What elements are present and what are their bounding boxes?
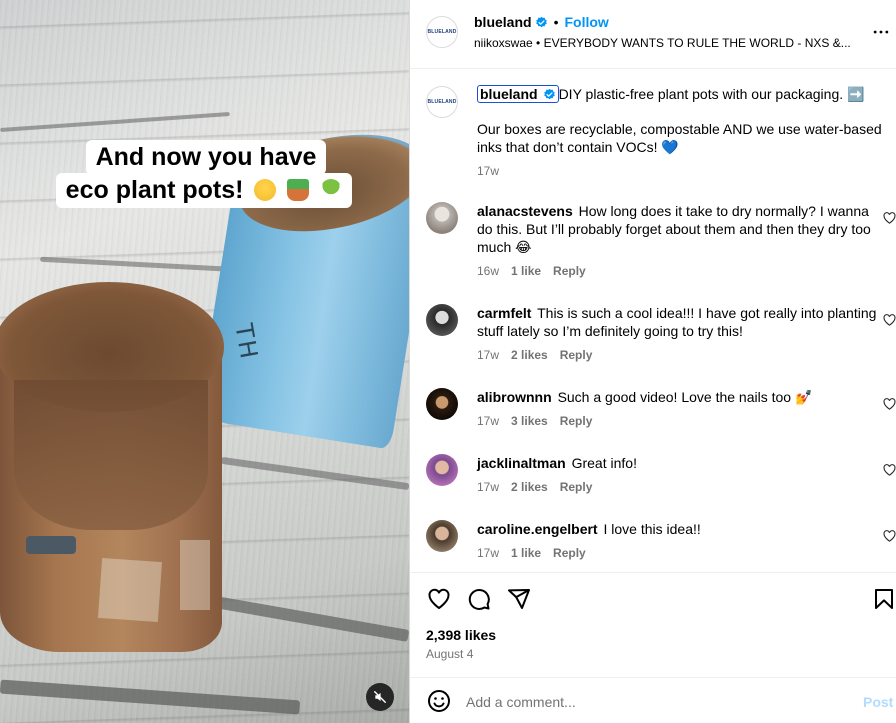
brown-pot-tape: [97, 557, 163, 623]
avatar-logo-text: BLUELAND: [427, 29, 457, 35]
caption-username[interactable]: blueland: [480, 86, 538, 102]
verified-badge-icon: [543, 88, 555, 100]
comment-meta: 17w 1 like Reply: [477, 544, 887, 562]
caption-username-box[interactable]: blueland: [477, 85, 559, 103]
avatar-logo-text: BLUELAND: [427, 99, 457, 105]
comment-text: This is such a cool idea!!! I have got r…: [477, 305, 877, 339]
account-username[interactable]: blueland: [474, 14, 532, 30]
comment-meta: 17w 3 likes Reply: [477, 412, 887, 430]
comment-username[interactable]: caroline.engelbert: [477, 521, 598, 537]
post-comment-button[interactable]: Post: [863, 694, 893, 710]
comment-reply-button[interactable]: Reply: [560, 414, 593, 428]
comment-likes[interactable]: 1 like: [511, 546, 541, 560]
comment-text: Great info!: [571, 455, 637, 471]
comment-reply-button[interactable]: Reply: [560, 480, 593, 494]
comment-body: caroline.engelbert I love this idea!! 17…: [477, 520, 887, 562]
more-options-icon[interactable]: [870, 22, 892, 42]
wood-crack: [220, 456, 410, 491]
comment-like-heart-icon[interactable]: [883, 398, 896, 410]
wood-crack: [0, 111, 230, 133]
comment-username[interactable]: alibrownnn: [477, 389, 552, 405]
comment-likes[interactable]: 1 like: [511, 264, 541, 278]
separator-dot: •: [553, 14, 559, 30]
mute-icon: [374, 691, 386, 703]
header-account-row: blueland • Follow: [474, 14, 609, 32]
comment-body: alibrownnn Such a good video! Love the n…: [477, 388, 887, 430]
wood-crack: [40, 256, 240, 273]
comment-time[interactable]: 17w: [477, 414, 499, 428]
mute-button[interactable]: [366, 683, 394, 711]
comment-body: carmfelt This is such a cool idea!!! I h…: [477, 304, 887, 364]
caption-avatar[interactable]: BLUELAND: [426, 86, 458, 118]
brown-pot-tape: [180, 540, 210, 610]
account-avatar[interactable]: BLUELAND: [426, 16, 458, 48]
comment-username[interactable]: jacklinaltman: [477, 455, 566, 471]
brown-pot-inside: [14, 380, 208, 530]
video-caption: And now you have eco plant pots!: [54, 140, 354, 208]
share-icon[interactable]: [507, 587, 531, 611]
post-header: BLUELAND blueland • Follow niikoxswae • EV…: [410, 0, 896, 69]
comment-meta: 17w 2 likes Reply: [477, 346, 887, 364]
video-caption-text: eco plant pots!: [65, 176, 244, 204]
comment-like-heart-icon[interactable]: [883, 530, 896, 542]
follow-button[interactable]: Follow: [564, 14, 608, 30]
comment-avatar[interactable]: [426, 520, 458, 552]
post-actions: 2,398 likes August 4: [410, 572, 896, 667]
comment-meta: 16w 1 like Reply: [477, 262, 887, 280]
comment-avatar[interactable]: [426, 454, 458, 486]
comment-time[interactable]: 17w: [477, 546, 499, 560]
comment-username[interactable]: alanacstevens: [477, 203, 573, 219]
comment-body: alanacstevens How long does it take to d…: [477, 202, 887, 280]
heart-eyes-emoji-icon: [254, 179, 277, 201]
add-comment-bar: Add a comment... Post: [410, 677, 896, 723]
verified-badge-icon: [535, 16, 547, 28]
seedling-emoji-icon: [320, 179, 343, 201]
brown-pot-label: [26, 536, 76, 554]
comment-like-heart-icon[interactable]: [883, 212, 896, 224]
audio-track-link[interactable]: niikoxswae • EVERYBODY WANTS TO RULE THE…: [474, 36, 860, 50]
comment-avatar[interactable]: [426, 304, 458, 336]
comment-like-heart-icon[interactable]: [883, 314, 896, 326]
wood-crack: [0, 679, 301, 715]
comment-likes[interactable]: 3 likes: [511, 414, 548, 428]
caption-text-2: Our boxes are recyclable, compostable AN…: [477, 121, 882, 155]
post-date: August 4: [426, 647, 474, 661]
comment-text: I love this idea!!: [603, 521, 701, 537]
comment-time[interactable]: 16w: [477, 264, 499, 278]
post-details-panel: BLUELAND blueland • Follow niikoxswae • EV…: [410, 0, 896, 723]
potted-plant-emoji-icon: [287, 179, 310, 201]
comment-reply-button[interactable]: Reply: [560, 348, 593, 362]
video-caption-line: eco plant pots!: [55, 173, 353, 208]
comment-time[interactable]: 17w: [477, 348, 499, 362]
like-heart-icon[interactable]: [427, 587, 451, 611]
comment-time[interactable]: 17w: [477, 480, 499, 494]
caption-meta: 17w: [477, 162, 887, 180]
comment-text: Such a good video! Love the nails too 💅: [557, 389, 813, 405]
caption-text: DIY plastic-free plant pots with our pac…: [558, 86, 865, 102]
video-caption-line: And now you have: [85, 140, 327, 175]
bookmark-icon[interactable]: [872, 587, 896, 611]
likes-count[interactable]: 2,398 likes: [426, 627, 496, 643]
comment-username[interactable]: carmfelt: [477, 305, 531, 321]
comment-reply-button[interactable]: Reply: [553, 264, 586, 278]
comment-likes[interactable]: 2 likes: [511, 348, 548, 362]
emoji-icon[interactable]: [427, 689, 451, 713]
comment-like-heart-icon[interactable]: [883, 464, 896, 476]
caption-body: blueland DIY plastic-free plant pots with…: [477, 85, 887, 180]
comment-input[interactable]: Add a comment...: [466, 694, 576, 710]
comment-reply-button[interactable]: Reply: [553, 546, 586, 560]
caption-time[interactable]: 17w: [477, 164, 499, 178]
comment-meta: 17w 2 likes Reply: [477, 478, 887, 496]
comment-avatar[interactable]: [426, 202, 458, 234]
comment-likes[interactable]: 2 likes: [511, 480, 548, 494]
comment-icon[interactable]: [467, 587, 491, 611]
post-media-video[interactable]: TH And now you have eco plant pots!: [0, 0, 410, 723]
comments-list[interactable]: BLUELAND blueland DIY plastic-free plant …: [410, 70, 896, 572]
comment-body: jacklinaltman Great info! 17w 2 likes Repl…: [477, 454, 887, 496]
comment-avatar[interactable]: [426, 388, 458, 420]
